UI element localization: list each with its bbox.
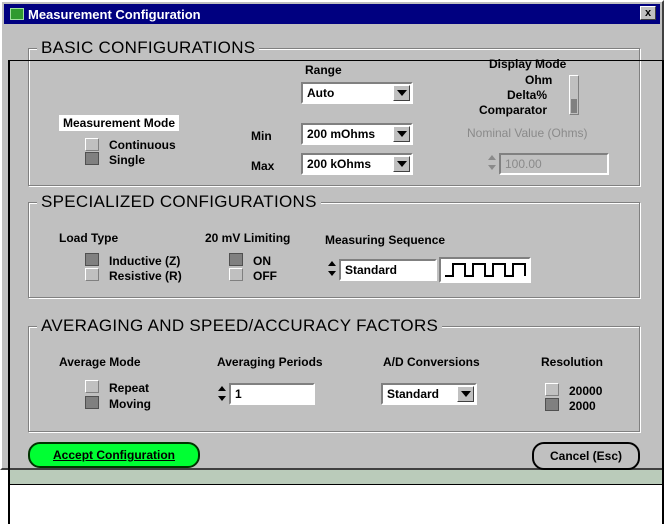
overlay-frame-top — [8, 60, 664, 61]
square-wave-icon — [445, 263, 526, 277]
min-label: Min — [251, 129, 272, 143]
load-inductive-switch[interactable] — [85, 253, 99, 266]
app-icon — [10, 8, 24, 20]
load-resistive-label: Resistive (R) — [109, 269, 182, 283]
accept-configuration-button[interactable]: Accept Configuration — [28, 442, 200, 468]
nominal-value: 100.00 — [505, 157, 542, 171]
sequence-stepper-icon[interactable] — [327, 261, 337, 277]
averaging-legend: AVERAGING AND SPEED/ACCURACY FACTORS — [37, 316, 443, 336]
chevron-down-icon[interactable] — [457, 386, 474, 402]
resolution-label: Resolution — [541, 355, 603, 369]
averaging-group: AVERAGING AND SPEED/ACCURACY FACTORS Ave… — [28, 316, 640, 432]
periods-stepper-icon[interactable] — [217, 386, 227, 402]
nominal-stepper-icon[interactable] — [487, 155, 497, 171]
mode-single-label: Single — [109, 153, 146, 167]
limit-off-label: OFF — [253, 269, 277, 283]
load-inductive-label: Inductive (Z) — [109, 254, 181, 268]
chevron-down-icon[interactable] — [393, 85, 410, 101]
resolution-20000-label: 20000 — [569, 384, 603, 398]
avg-moving-switch[interactable] — [85, 396, 99, 409]
range-label: Range — [305, 63, 342, 77]
ad-conversions-label: A/D Conversions — [383, 355, 480, 369]
range-dropdown[interactable]: Auto — [301, 82, 413, 104]
resolution-20000-switch[interactable] — [545, 383, 559, 396]
display-comparator-label: Comparator — [479, 103, 548, 117]
display-ohm-label: Ohm — [525, 73, 553, 87]
periods-field[interactable]: 1 — [229, 383, 315, 405]
periods-value: 1 — [235, 387, 242, 401]
basic-configurations-group: BASIC CONFIGURATIONS Range Auto Measurem… — [28, 38, 640, 186]
min-value: 200 mOhms — [307, 127, 376, 141]
avg-repeat-label: Repeat — [109, 381, 150, 395]
measuring-sequence-label: Measuring Sequence — [325, 233, 446, 247]
limit-on-switch[interactable] — [229, 253, 243, 266]
specialized-legend: SPECIALIZED CONFIGURATIONS — [37, 192, 321, 212]
averaging-periods-label: Averaging Periods — [217, 355, 323, 369]
mode-single-switch[interactable] — [85, 152, 99, 165]
sequence-value: Standard — [345, 263, 398, 277]
sequence-waveform — [439, 257, 531, 283]
title-bar[interactable]: Measurement Configuration x — [4, 4, 660, 24]
nominal-value-field[interactable]: 100.00 — [499, 153, 609, 175]
load-resistive-switch[interactable] — [85, 268, 99, 281]
close-button[interactable]: x — [640, 6, 656, 20]
overlay-frame-bottom — [8, 484, 664, 485]
limiting-label: 20 mV Limiting — [205, 231, 291, 245]
limit-off-switch[interactable] — [229, 268, 243, 281]
chevron-down-icon[interactable] — [393, 126, 410, 142]
avg-moving-label: Moving — [109, 397, 151, 411]
load-type-label: Load Type — [59, 231, 119, 245]
avg-repeat-switch[interactable] — [85, 380, 99, 393]
max-label: Max — [251, 159, 275, 173]
resolution-2000-switch[interactable] — [545, 398, 559, 411]
average-mode-label: Average Mode — [59, 355, 141, 369]
background-window-strip — [8, 470, 662, 484]
resolution-2000-label: 2000 — [569, 399, 596, 413]
range-value: Auto — [307, 86, 335, 100]
display-delta-label: Delta% — [507, 88, 548, 102]
ad-conversions-dropdown[interactable]: Standard — [381, 383, 477, 405]
window-title: Measurement Configuration — [28, 6, 201, 22]
max-dropdown[interactable]: 200 kOhms — [301, 153, 413, 175]
chevron-down-icon[interactable] — [393, 156, 410, 172]
mode-continuous-label: Continuous — [109, 138, 176, 152]
mode-continuous-switch[interactable] — [85, 138, 99, 151]
max-value: 200 kOhms — [307, 157, 372, 171]
limit-on-label: ON — [253, 254, 271, 268]
nominal-value-label: Nominal Value (Ohms) — [467, 126, 588, 140]
ad-conversions-value: Standard — [387, 387, 440, 401]
measurement-config-window: Measurement Configuration x BASIC CONFIG… — [0, 0, 664, 470]
specialized-configurations-group: SPECIALIZED CONFIGURATIONS Load Type Ind… — [28, 192, 640, 298]
sequence-field[interactable]: Standard — [339, 259, 437, 281]
display-mode-slider[interactable] — [569, 75, 579, 115]
display-mode-thumb[interactable] — [571, 99, 577, 113]
measurement-mode-label: Measurement Mode — [59, 115, 180, 131]
min-dropdown[interactable]: 200 mOhms — [301, 123, 413, 145]
cancel-button[interactable]: Cancel (Esc) — [532, 442, 640, 470]
basic-legend: BASIC CONFIGURATIONS — [37, 38, 260, 58]
overlay-frame-left — [8, 60, 10, 524]
